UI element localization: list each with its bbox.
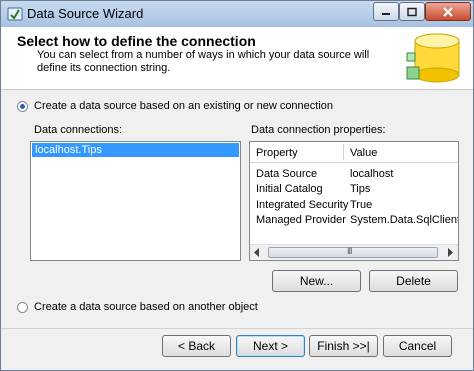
delete-connection-button[interactable]: Delete [369, 270, 458, 292]
footer-divider [1, 328, 473, 329]
wizard-app-icon [7, 7, 23, 21]
next-button[interactable]: Next > [236, 335, 305, 357]
connection-properties-label: Data connection properties: [251, 124, 386, 136]
property-value-cell: Tips [350, 183, 371, 195]
connection-properties-grid[interactable]: Property Value Data Source localhost Ini… [249, 141, 459, 261]
close-icon [443, 6, 453, 17]
scroll-grip: III [347, 246, 352, 256]
cancel-button[interactable]: Cancel [383, 335, 452, 357]
grid-header: Property Value [250, 142, 458, 163]
scrollbar-thumb[interactable]: III [268, 246, 438, 258]
finish-button[interactable]: Finish >>| [309, 335, 378, 357]
property-name-cell: Initial Catalog [256, 183, 323, 195]
other-object-radio[interactable] [17, 302, 28, 313]
column-header-property[interactable]: Property [256, 147, 298, 159]
minimize-button[interactable] [373, 2, 399, 21]
minimize-icon [382, 12, 390, 15]
data-source-wizard-window: Data Source Wizard Select how to define … [0, 0, 474, 371]
property-value-cell: System.Data.SqlClient [350, 214, 459, 226]
window-title: Data Source Wizard [27, 6, 144, 21]
new-connection-button[interactable]: New... [272, 270, 361, 292]
property-value-cell: localhost [350, 168, 394, 180]
column-separator[interactable] [343, 144, 344, 160]
property-name-cell: Data Source [256, 168, 318, 180]
back-button[interactable]: < Back [162, 335, 231, 357]
database-icon [406, 33, 460, 83]
scroll-left-icon[interactable] [254, 248, 260, 257]
existing-connection-radio[interactable] [17, 101, 28, 112]
data-connections-list[interactable]: localhost.Tips [30, 141, 241, 261]
maximize-button[interactable] [399, 2, 425, 21]
column-header-value[interactable]: Value [350, 147, 377, 159]
horizontal-scrollbar[interactable]: III [250, 244, 458, 260]
property-value-cell: True [350, 199, 373, 211]
maximize-icon [407, 7, 417, 16]
property-name-cell: Managed Provider [256, 214, 346, 226]
page-description: You can select from a number of ways in … [37, 49, 370, 74]
property-name-cell: Integrated Security [256, 199, 349, 211]
scroll-right-icon[interactable] [447, 248, 453, 257]
page-title: Select how to define the connection [17, 33, 256, 49]
list-item[interactable]: localhost.Tips [32, 143, 239, 157]
data-connections-label: Data connections: [34, 124, 123, 136]
close-button[interactable] [425, 2, 471, 21]
title-bar[interactable]: Data Source Wizard [1, 1, 473, 27]
other-object-label[interactable]: Create a data source based on another ob… [34, 301, 258, 313]
existing-connection-label[interactable]: Create a data source based on an existin… [34, 100, 333, 112]
wizard-header: Select how to define the connection You … [1, 27, 473, 90]
